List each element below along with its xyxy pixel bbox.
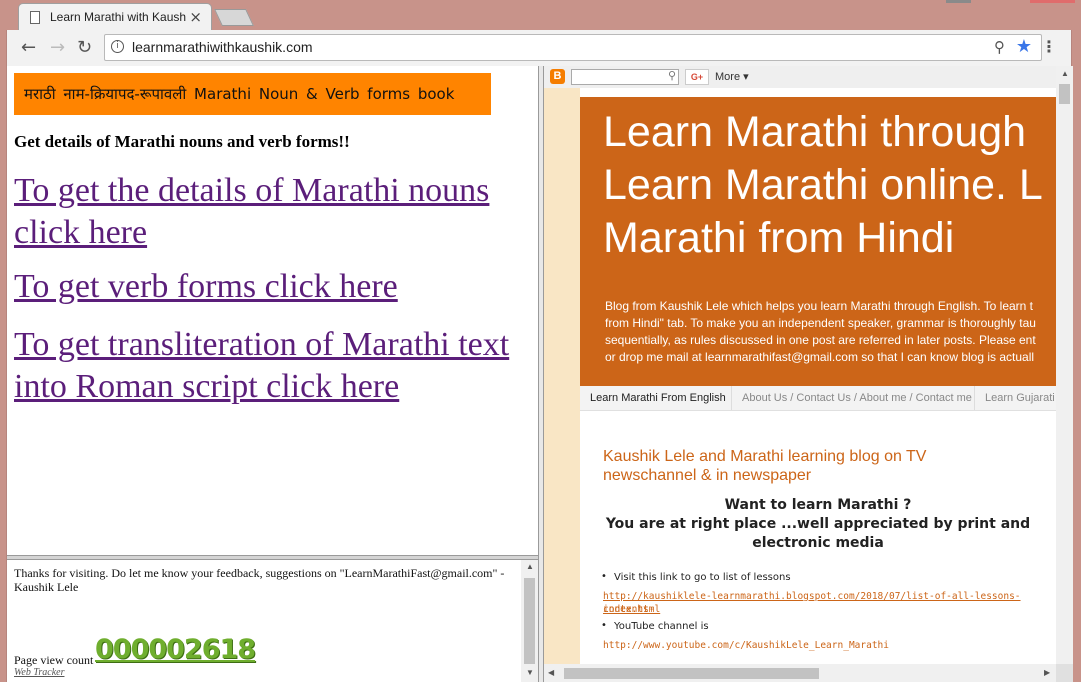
transliteration-link[interactable]: To get transliteration of Marathi text i… [14,324,534,408]
blog-description: Blog from Kaushik Lele which helps you l… [605,298,1056,366]
blog-hscroll-thumb[interactable] [564,668,819,679]
post-title[interactable]: Kaushik Lele and Marathi learning blog o… [603,447,963,485]
tab-title: Learn Marathi with Kaushik [50,10,186,24]
scroll-left-icon[interactable]: ◀ [548,668,554,677]
footer-frame: Thanks for visiting. Do let me know your… [7,560,538,682]
blog-description-line: from Hindi" tab. To make you an independ… [605,316,1036,330]
blog-description-line: Blog from Kaushik Lele which helps you l… [605,299,1034,313]
blog-body: Learn Marathi through Learn Marathi onli… [544,88,1056,664]
post-heading-line: You are at right place ...well appreciat… [605,516,1031,551]
new-tab-button[interactable] [214,9,254,26]
google-plus-button[interactable]: G+ [685,69,709,85]
list-item: Visit this link to go to list of lessons [601,571,791,583]
browser-menu-icon[interactable]: ⋮ [1041,37,1057,56]
more-menu[interactable]: More ▾ [715,70,749,83]
book-banner[interactable]: मराठी नाम-क्रियापद-रूपावली Marathi Noun … [14,73,491,115]
blog-title-line: Learn Marathi online. L [603,161,1043,209]
page-view-label: Page view count [14,653,94,667]
lessons-link[interactable]: http://kaushiklele-learnmarathi.blogspot… [603,590,1056,616]
blog-description-line: or drop me mail at learnmarathifast@gmai… [605,350,1035,364]
scroll-up-icon[interactable]: ▲ [526,562,534,571]
tab-about-us[interactable]: About Us / Contact Us / About me / Conta… [742,392,972,404]
blog-description-line: sequentially, as rules discussed in one … [605,333,1036,347]
page-subheading: Get details of Marathi nouns and verb fo… [14,132,350,151]
post-heading: Want to learn Marathi ? You are at right… [604,496,1032,553]
page-viewport: मराठी नाम-क्रियापद-रूपावली Marathi Noun … [6,66,1073,682]
zoom-icon[interactable]: ⚲ [994,38,1005,56]
tab-learn-gujarati[interactable]: Learn Gujarati [985,392,1055,404]
lessons-link-continued[interactable]: index.html [603,603,660,616]
info-icon[interactable]: i [111,40,124,53]
nouns-link[interactable]: To get the details of Marathi nouns clic… [14,170,534,254]
address-bar[interactable]: i learnmarathiwithkaushik.com ⚲ ★ [104,34,1042,61]
blog-horizontal-scrollbar[interactable]: ◀ ▶ [544,664,1056,682]
list-item: YouTube channel is [601,620,709,632]
close-tab-icon[interactable]: × [189,8,202,26]
window-control[interactable] [946,0,971,3]
main-left-frame: मराठी नाम-क्रियापद-रूपावली Marathi Noun … [7,66,538,555]
post-heading-line: Want to learn Marathi ? [724,497,912,513]
blog-search-input[interactable]: ⚲ [571,69,679,85]
blog-vertical-scrollbar[interactable]: ▲ [1056,66,1073,664]
blog-title-line: Learn Marathi through [603,108,1027,156]
reload-icon[interactable]: ↻ [77,37,92,58]
thanks-text: Thanks for visiting. Do let me know your… [14,566,505,594]
blog-scroll-thumb[interactable] [1059,84,1070,104]
window-control-close[interactable] [1030,0,1075,3]
scrollbar-corner [1056,664,1073,682]
blogger-navbar: B ⚲ G+ More ▾ [544,66,1073,89]
search-icon[interactable]: ⚲ [668,69,676,82]
web-tracker-link[interactable]: Web Tracker [14,667,64,678]
tab-learn-from-english[interactable]: Learn Marathi From English [590,392,726,404]
scroll-down-icon[interactable]: ▼ [526,668,534,677]
verb-forms-link[interactable]: To get verb forms click here [14,266,534,308]
forward-icon[interactable]: → [50,37,65,58]
bookmark-star-icon[interactable]: ★ [1016,36,1032,57]
footer-scrollbar[interactable]: ▲ ▼ [521,560,538,682]
blog-tabs: Learn Marathi From English About Us / Co… [580,386,1056,411]
youtube-link[interactable]: http://www.youtube.com/c/KaushikLele_Lea… [603,639,889,652]
blog-frame: B ⚲ G+ More ▾ Learn Marathi through Lear… [544,66,1073,682]
url-text: learnmarathiwithkaushik.com [132,39,313,55]
browser-tab[interactable]: Learn Marathi with Kaushik × [18,3,212,31]
scroll-right-icon[interactable]: ▶ [1044,668,1050,677]
tab-separator [731,386,732,410]
page-icon [30,11,40,24]
back-icon[interactable]: ← [21,37,36,58]
tab-separator [974,386,975,410]
blog-title[interactable]: Learn Marathi through Learn Marathi onli… [603,106,1063,265]
blog-title-line: Marathi from Hindi [603,214,955,262]
page-view-counter[interactable]: 000002618 [95,634,256,665]
scroll-up-icon[interactable]: ▲ [1061,69,1069,78]
browser-toolbar: ← → ↻ i learnmarathiwithkaushik.com ⚲ ★ … [6,30,1072,66]
blogger-logo-icon[interactable]: B [550,69,565,84]
footer-scroll-thumb[interactable] [524,578,535,664]
